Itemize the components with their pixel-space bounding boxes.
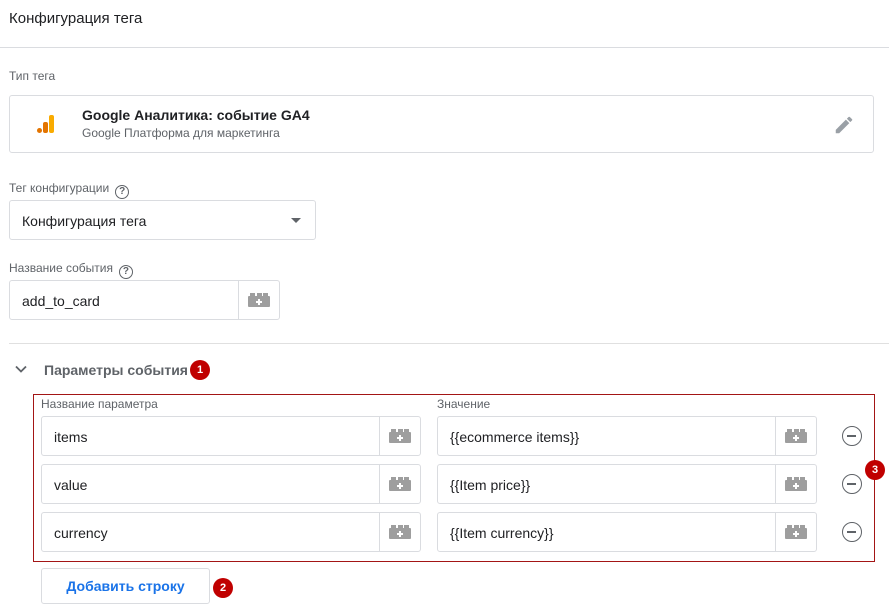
help-icon[interactable]: ? — [118, 265, 133, 279]
tag-type-label: Тип тега — [9, 69, 56, 83]
config-tag-label: Тег конфигурации? — [9, 181, 130, 199]
google-analytics-icon — [37, 115, 54, 133]
variable-picker-button[interactable] — [379, 465, 420, 503]
page-title: Конфигурация тега — [9, 10, 143, 27]
section-divider — [9, 343, 889, 344]
variable-brick-icon — [785, 429, 807, 443]
param-name-value: currency — [54, 525, 108, 541]
help-icon[interactable]: ? — [115, 185, 130, 199]
event-name-label-text: Название события — [9, 261, 113, 275]
param-value-value: {{Item price}} — [450, 477, 531, 493]
annotation-badge-1: 1 — [190, 360, 210, 380]
annotation-badge-2: 2 — [213, 578, 233, 598]
config-tag-select[interactable]: Конфигурация тега — [9, 200, 316, 240]
param-name-field[interactable]: currency — [41, 512, 421, 552]
variable-brick-icon — [389, 525, 411, 539]
variable-brick-icon — [248, 293, 270, 307]
variable-brick-icon — [785, 525, 807, 539]
column-header-value: Значение — [437, 397, 491, 411]
variable-picker-button[interactable] — [775, 465, 816, 503]
variable-picker-button[interactable] — [775, 417, 816, 455]
param-name-field[interactable]: value — [41, 464, 421, 504]
chevron-down-icon — [15, 365, 27, 373]
tag-type-card[interactable]: Google Аналитика: событие GA4 Google Пла… — [9, 95, 874, 153]
variable-picker-button[interactable] — [775, 513, 816, 551]
event-name-field[interactable]: add_to_card — [9, 280, 280, 320]
param-value-value: {{Item currency}} — [450, 525, 554, 541]
config-tag-label-text: Тег конфигурации — [9, 181, 110, 195]
param-value-value: {{ecommerce items}} — [450, 429, 580, 445]
variable-brick-icon — [785, 477, 807, 491]
tag-type-subtitle: Google Платформа для маркетинга — [82, 126, 280, 140]
dropdown-arrow-icon — [291, 218, 301, 223]
variable-picker-button[interactable] — [379, 513, 420, 551]
event-params-title: Параметры события — [44, 362, 188, 378]
param-value-field[interactable]: {{Item price}} — [437, 464, 817, 504]
column-header-name: Название параметра — [41, 397, 158, 411]
tag-type-name: Google Аналитика: событие GA4 — [82, 107, 310, 123]
add-row-button[interactable]: Добавить строку — [41, 568, 210, 604]
event-name-value: add_to_card — [22, 293, 100, 309]
pencil-icon[interactable] — [833, 114, 855, 136]
variable-picker-button[interactable] — [379, 417, 420, 455]
remove-row-icon[interactable] — [842, 426, 862, 446]
config-tag-selected: Конфигурация тега — [22, 213, 147, 229]
param-value-field[interactable]: {{ecommerce items}} — [437, 416, 817, 456]
event-name-label: Название события? — [9, 261, 133, 279]
param-value-field[interactable]: {{Item currency}} — [437, 512, 817, 552]
remove-row-icon[interactable] — [842, 522, 862, 542]
param-name-field[interactable]: items — [41, 416, 421, 456]
variable-picker-button[interactable] — [238, 281, 279, 319]
variable-brick-icon — [389, 429, 411, 443]
param-name-value: items — [54, 429, 88, 445]
param-name-value: value — [54, 477, 88, 493]
annotation-badge-3: 3 — [865, 460, 885, 480]
variable-brick-icon — [389, 477, 411, 491]
header: Конфигурация тега — [0, 0, 889, 48]
remove-row-icon[interactable] — [842, 474, 862, 494]
